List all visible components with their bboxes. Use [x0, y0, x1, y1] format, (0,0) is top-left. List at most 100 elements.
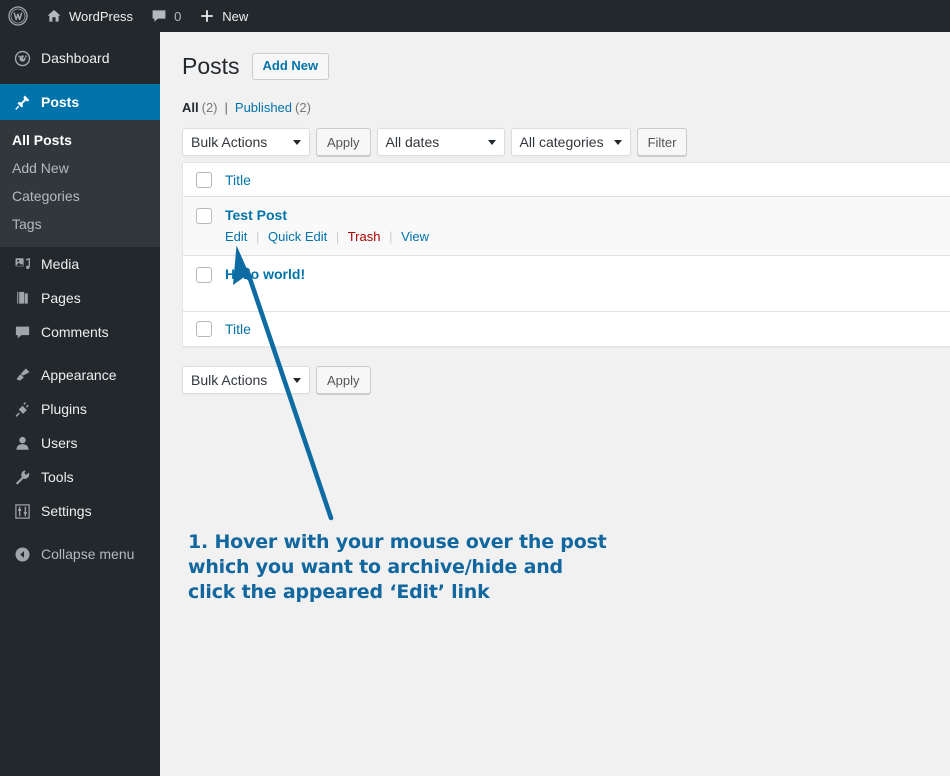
admin-sidebar: Dashboard Posts All Posts Add New Catego…	[0, 32, 168, 776]
view-link[interactable]: View	[401, 229, 429, 244]
home-icon	[46, 8, 62, 24]
submenu-item-add-new[interactable]: Add New	[0, 154, 160, 182]
bulk-actions-select-top[interactable]: Bulk Actions	[182, 128, 310, 156]
sidebar-item-label: Comments	[41, 324, 109, 340]
sidebar-item-media[interactable]: Media	[0, 247, 160, 281]
submenu-item-tags[interactable]: Tags	[0, 210, 160, 238]
sidebar-item-pages[interactable]: Pages	[0, 281, 160, 315]
action-separator: |	[389, 229, 393, 244]
site-name-button[interactable]: WordPress	[37, 0, 142, 32]
annotation-line-2: which you want to archive/hide and	[188, 556, 563, 578]
post-status-views: All (2) | Published (2)	[182, 100, 950, 115]
select-all-checkbox-top[interactable]	[196, 171, 212, 188]
chevron-down-icon	[487, 140, 496, 145]
sidebar-item-plugins[interactable]: Plugins	[0, 392, 160, 426]
wrench-icon	[12, 469, 32, 486]
chevron-down-icon	[293, 140, 301, 145]
annotation-callout: 1. Hover with your mouse over the post w…	[188, 530, 668, 605]
view-published-count: (2)	[295, 100, 311, 115]
site-name-label: WordPress	[69, 8, 134, 24]
action-separator: |	[335, 229, 340, 244]
sidebar-item-dashboard[interactable]: Dashboard	[0, 41, 160, 75]
select-all-checkbox-bottom[interactable]	[196, 321, 212, 337]
posts-table: Title Test Post Edit | Quick Edit | Tras…	[182, 162, 950, 347]
sliders-icon	[12, 503, 32, 520]
page-title: Posts	[182, 53, 240, 79]
filter-button[interactable]: Filter	[636, 128, 688, 156]
row-checkbox[interactable]	[196, 208, 212, 224]
plug-icon	[12, 401, 32, 418]
apply-button-top[interactable]: Apply	[316, 128, 371, 156]
sidebar-item-users[interactable]: Users	[0, 426, 160, 460]
sidebar-item-label: Media	[41, 256, 80, 272]
media-icon	[12, 256, 32, 273]
new-content-button[interactable]: New	[190, 0, 257, 32]
table-footer-row: Title	[183, 312, 950, 346]
chevron-left-circle-icon	[12, 546, 32, 563]
plus-icon	[199, 8, 215, 24]
table-row[interactable]: Test Post Edit | Quick Edit | Trash | Vi…	[183, 197, 950, 256]
trash-link[interactable]: Trash	[348, 229, 381, 244]
sidebar-item-label: Pages	[41, 290, 81, 306]
sidebar-item-tools[interactable]: Tools	[0, 460, 160, 494]
sidebar-item-label: Posts	[41, 94, 80, 110]
submenu-item-all-posts[interactable]: All Posts	[0, 126, 160, 154]
edit-link[interactable]: Edit	[225, 229, 247, 244]
category-filter-selected-value: All categories	[519, 134, 604, 150]
tablenav-bottom: Bulk Actions Apply	[182, 366, 950, 394]
column-header-title-cell: Title	[225, 170, 950, 190]
row-checkbox[interactable]	[196, 267, 212, 283]
collapse-menu-label: Collapse menu	[41, 546, 135, 562]
quick-edit-link[interactable]: Quick Edit	[268, 229, 327, 244]
date-filter-select[interactable]: All dates	[376, 128, 505, 156]
table-row[interactable]: Hello world!	[183, 256, 950, 312]
sidebar-item-label: Dashboard	[41, 50, 110, 66]
comments-count: 0	[174, 8, 182, 24]
paintbrush-icon	[12, 367, 32, 384]
select-all-checkbox-bottom-cell	[183, 321, 225, 337]
wordpress-logo-button[interactable]	[0, 0, 37, 32]
add-new-button[interactable]: Add New	[251, 53, 330, 80]
posts-submenu: All Posts Add New Categories Tags	[0, 120, 160, 247]
admin-bar: WordPress 0 New	[0, 0, 950, 32]
sidebar-item-comments[interactable]: Comments	[0, 315, 160, 349]
collapse-menu-button[interactable]: Collapse menu	[0, 537, 160, 571]
apply-button-bottom[interactable]: Apply	[316, 366, 371, 394]
view-all-count: (2)	[201, 100, 218, 115]
wordpress-logo-icon	[8, 6, 28, 26]
comment-bubble-icon	[12, 324, 32, 341]
post-title-link[interactable]: Test Post	[225, 205, 950, 225]
sidebar-item-posts[interactable]: Posts	[0, 84, 168, 120]
annotation-line-1: 1. Hover with your mouse over the post	[188, 531, 607, 553]
user-icon	[12, 435, 32, 452]
row-actions: Edit | Quick Edit | Trash | View	[225, 227, 950, 247]
row-checkbox-cell	[183, 256, 225, 283]
action-separator: |	[256, 229, 260, 244]
comment-bubble-icon	[151, 8, 167, 24]
sidebar-item-settings[interactable]: Settings	[0, 494, 160, 528]
annotation-line-3: click the appeared ‘Edit’ link	[188, 581, 490, 603]
view-all-link[interactable]: All	[182, 100, 199, 115]
column-footer-title[interactable]: Title	[225, 321, 251, 337]
sidebar-item-label: Plugins	[41, 401, 87, 417]
post-title-link[interactable]: Hello world!	[225, 264, 950, 284]
wordpress-admin-screen: WordPress 0 New Dashboard Posts All Post…	[0, 0, 950, 776]
table-header-row: Title	[183, 163, 950, 197]
sidebar-item-label: Tools	[41, 469, 74, 485]
bulk-actions-select-bottom[interactable]: Bulk Actions	[182, 366, 310, 394]
sidebar-item-label: Appearance	[41, 367, 117, 383]
chevron-down-icon	[613, 140, 622, 145]
column-header-title[interactable]: Title	[225, 172, 251, 188]
submenu-item-categories[interactable]: Categories	[0, 182, 160, 210]
view-published-link[interactable]: Published	[235, 100, 292, 115]
row-title-cell: Hello world!	[225, 256, 950, 292]
comments-button[interactable]: 0	[142, 0, 190, 32]
category-filter-select[interactable]: All categories	[510, 128, 631, 156]
view-separator: |	[224, 100, 228, 115]
sidebar-item-appearance[interactable]: Appearance	[0, 358, 160, 392]
dashboard-icon	[12, 50, 32, 67]
date-filter-selected-value: All dates	[385, 134, 440, 150]
page-header: Posts Add New	[182, 52, 950, 81]
select-all-checkbox-top-cell	[183, 171, 225, 188]
tablenav-top: Bulk Actions Apply All dates All categor…	[182, 128, 950, 156]
